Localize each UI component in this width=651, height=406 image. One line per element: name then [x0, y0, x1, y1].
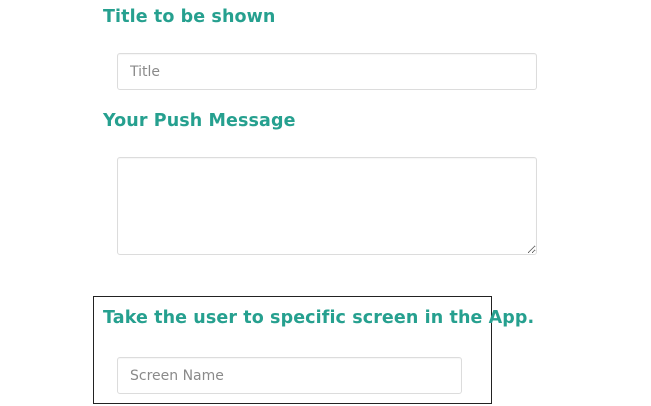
- screen-target-section: Take the user to specific screen in the …: [93, 296, 534, 404]
- screen-name-input[interactable]: [117, 357, 462, 394]
- title-field-label: Title to be shown: [103, 7, 276, 27]
- push-message-textarea[interactable]: [117, 157, 537, 255]
- push-notification-form: Title to be shown Your Push Message Take…: [0, 0, 651, 406]
- title-input[interactable]: [117, 53, 537, 90]
- push-message-field-label: Your Push Message: [103, 111, 296, 131]
- screen-target-label: Take the user to specific screen in the …: [103, 308, 535, 328]
